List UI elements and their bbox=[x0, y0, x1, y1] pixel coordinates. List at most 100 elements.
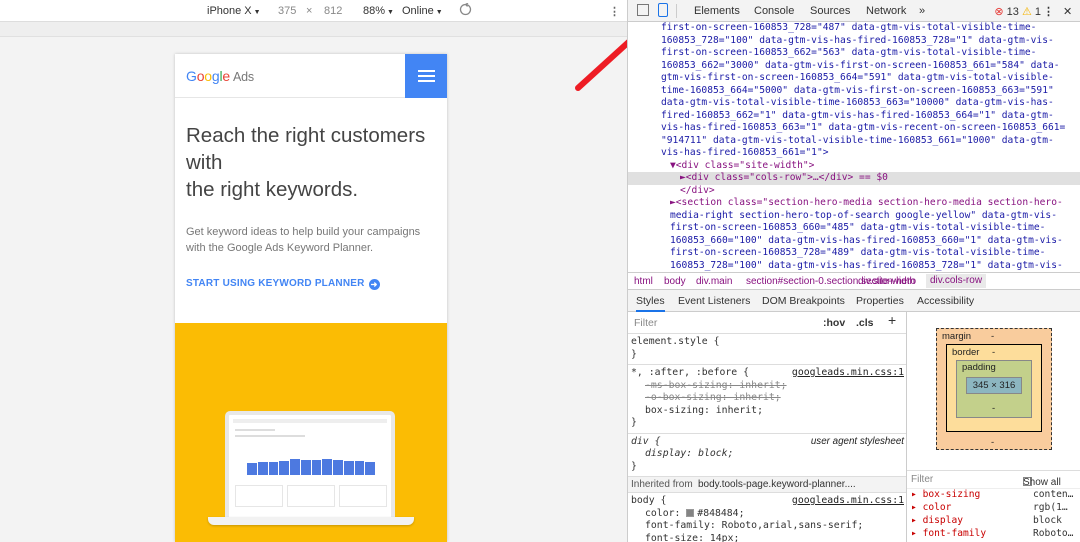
dom-node-line[interactable]: "914711" data-gtm-vis-total-visible-time… bbox=[628, 135, 1080, 148]
computed-property[interactable]: ▸ box-sizing conten… bbox=[907, 489, 1080, 502]
warning-count: 1 bbox=[1034, 6, 1041, 18]
rule-property[interactable]: font-family: Roboto,arial,sans-serif; bbox=[631, 520, 906, 533]
times-label: × bbox=[306, 5, 313, 17]
rule-property[interactable]: -o-box-sizing: inherit; bbox=[631, 392, 906, 405]
laptop-screen-bar bbox=[233, 419, 387, 423]
rule-close: } bbox=[631, 460, 637, 472]
dom-node-line[interactable]: 160853_662="3000" data-gtm-vis-first-on-… bbox=[628, 60, 1080, 73]
inherited-selector[interactable]: body.tools-page.keyword-planner.... bbox=[698, 479, 856, 492]
computed-filter-input[interactable]: Filter bbox=[911, 474, 933, 485]
box-model: margin - - border - padding - 345 × 316 bbox=[907, 312, 1080, 470]
dom-node-line[interactable]: ▼<div class="site-width"> bbox=[628, 160, 1080, 173]
dom-node-line[interactable]: time-160853_664="5000" data-gtm-vis-firs… bbox=[628, 85, 1080, 98]
box-content[interactable]: 345 × 316 bbox=[966, 377, 1022, 394]
styles-subtab[interactable]: Properties bbox=[856, 295, 904, 307]
div-ua-rule[interactable]: user agent stylesheet div { display: blo… bbox=[628, 434, 906, 477]
laptop-bar-graphic bbox=[247, 453, 375, 475]
show-all-label: Show all bbox=[1023, 477, 1061, 488]
cls-toggle[interactable]: .cls bbox=[856, 317, 874, 330]
breadcrumb-item[interactable]: div.site-width bbox=[858, 276, 915, 287]
new-rule-button[interactable]: + bbox=[888, 313, 896, 326]
inspect-element-icon[interactable] bbox=[637, 4, 649, 16]
body-rule[interactable]: googleads.min.css:1 body { color: #84848… bbox=[628, 493, 906, 542]
tab-elements[interactable]: Elements bbox=[694, 5, 740, 17]
ruler bbox=[0, 22, 627, 37]
rotate-icon[interactable] bbox=[459, 2, 472, 19]
zoom-select[interactable]: 88% ▼ bbox=[363, 5, 394, 17]
google-ads-logo[interactable]: Google Ads bbox=[186, 68, 254, 84]
breadcrumb-item[interactable]: div.main bbox=[696, 276, 733, 287]
close-devtools-icon[interactable]: ✕ bbox=[1063, 5, 1072, 18]
rule-source-link[interactable]: googleads.min.css:1 bbox=[792, 495, 904, 508]
box-padding[interactable]: padding - 345 × 316 bbox=[956, 360, 1032, 418]
rule-property: display: block; bbox=[645, 448, 734, 459]
menu-icon bbox=[418, 70, 435, 72]
hero-headline: Reach the right customers with the right… bbox=[186, 122, 441, 203]
device-viewport: iPhone X ▼ 375 × 812 88% ▼ Online ▼ ⋮ Googl… bbox=[0, 0, 627, 542]
laptop-line bbox=[235, 435, 305, 437]
box-border[interactable]: border - padding - 345 × 316 bbox=[946, 344, 1042, 432]
computed-property[interactable]: ▸ display block bbox=[907, 515, 1080, 528]
rule-property[interactable]: font-size: 14px; bbox=[631, 533, 906, 542]
dom-node-line[interactable]: 160853_728="100" data-gtm-vis-has-fired-… bbox=[628, 35, 1080, 48]
computed-property[interactable]: ▸ color rgb(1… bbox=[907, 502, 1080, 515]
dom-node-line[interactable]: </div> bbox=[628, 185, 1080, 198]
styles-subtab[interactable]: DOM Breakpoints bbox=[762, 295, 845, 307]
computed-property-name: ▸ display bbox=[911, 515, 963, 526]
breadcrumb-item[interactable]: body bbox=[664, 276, 686, 287]
rule-property[interactable]: -ms-box-sizing: inherit; bbox=[631, 380, 906, 393]
device-select[interactable]: iPhone X ▼ bbox=[207, 5, 261, 17]
margin-value: - bbox=[991, 331, 995, 342]
dom-node-line[interactable]: first-on-screen-160853_728="489" data-gt… bbox=[628, 247, 1080, 260]
breadcrumb-item[interactable]: div.cols-row bbox=[926, 274, 987, 288]
dom-node-line[interactable]: first-on-screen-160853_662="563" data-gt… bbox=[628, 47, 1080, 60]
rule-property[interactable]: color: #848484; bbox=[631, 508, 906, 521]
menu-icon-bar bbox=[418, 75, 435, 77]
dom-node-line[interactable]: ►<section class="section-hero-media sect… bbox=[628, 197, 1080, 210]
rule-source-link[interactable]: googleads.min.css:1 bbox=[792, 367, 904, 380]
styles-subtab[interactable]: Event Listeners bbox=[678, 295, 750, 307]
hov-toggle[interactable]: :hov bbox=[823, 317, 845, 330]
dom-node-line[interactable]: media-right section-hero-top-of-search g… bbox=[628, 210, 1080, 223]
device-height-input[interactable]: 812 bbox=[324, 5, 342, 17]
network-select[interactable]: Online ▼ bbox=[402, 5, 443, 17]
dom-node-line[interactable]: vis-has-fired-160853_661="1"> bbox=[628, 147, 1080, 160]
dom-node-line[interactable]: 160853_660="100" data-gtm-vis-has-fired-… bbox=[628, 235, 1080, 248]
universal-rule[interactable]: googleads.min.css:1 *, :after, :before {… bbox=[628, 365, 906, 434]
devtools-menu-icon[interactable]: ⋮ bbox=[1043, 5, 1054, 18]
dom-node-line[interactable]: vis-has-fired-160853_663="1" data-gtm-vi… bbox=[628, 122, 1080, 135]
dom-node-line[interactable]: data-gtm-vis-total-visible-time-160853_6… bbox=[628, 97, 1080, 110]
dom-node-line[interactable]: first-on-screen-160853_660="485" data-gt… bbox=[628, 222, 1080, 235]
color-swatch[interactable] bbox=[686, 508, 695, 517]
error-warning-counter[interactable]: ⊗ 13 ⚠ 1 bbox=[994, 5, 1041, 18]
inherited-label: Inherited from bbox=[631, 479, 693, 490]
dom-tree[interactable]: first-on-screen-160853_728="487" data-gt… bbox=[628, 22, 1080, 272]
start-keyword-planner-link[interactable]: START USING KEYWORD PLANNER ➜ bbox=[186, 278, 380, 290]
rule-selector: element.style { bbox=[631, 336, 720, 347]
computed-list: ▸ box-sizing conten… ▸ color rgb(1… ▸ displa… bbox=[907, 489, 1080, 541]
tab-console[interactable]: Console bbox=[754, 5, 794, 17]
hamburger-menu-button[interactable] bbox=[405, 54, 447, 98]
styles-subtab[interactable]: Accessibility bbox=[917, 295, 974, 307]
styles-subtab[interactable]: Styles bbox=[636, 295, 665, 312]
error-count: 13 bbox=[1006, 6, 1019, 18]
device-toolbar-toggle-icon[interactable] bbox=[658, 3, 668, 17]
device-width-input[interactable]: 375 bbox=[278, 5, 296, 17]
styles-filter-input[interactable]: Filter bbox=[634, 317, 657, 330]
dom-node-line[interactable]: 160853_728="100" data-gtm-vis-has-fired-… bbox=[628, 260, 1080, 273]
tabs-overflow-icon[interactable]: » bbox=[919, 5, 925, 17]
breadcrumb-item[interactable]: html bbox=[634, 276, 653, 287]
box-margin[interactable]: margin - - border - padding - 345 × 316 bbox=[936, 328, 1052, 450]
dom-node-line[interactable]: fired-160853_662="1" data-gtm-vis-has-fi… bbox=[628, 110, 1080, 123]
rule-property[interactable]: box-sizing: inherit; bbox=[631, 405, 906, 418]
element-style-rule[interactable]: element.style { } bbox=[628, 334, 906, 365]
computed-pane: Filter Show all ▸ box-sizing conten… ▸ col… bbox=[907, 470, 1080, 542]
border-label: border bbox=[952, 347, 980, 358]
dom-node-line[interactable]: ►<div class="cols-row">…</div> == $0 bbox=[628, 172, 1080, 185]
devtools-tabbar: Elements Console Sources Network » ⊗ 13 … bbox=[628, 0, 1080, 22]
tab-network[interactable]: Network bbox=[866, 5, 906, 17]
dom-node-line[interactable]: gtm-vis-first-on-screen-160853_664="591"… bbox=[628, 72, 1080, 85]
tab-sources[interactable]: Sources bbox=[810, 5, 850, 17]
dom-node-line[interactable]: first-on-screen-160853_728="487" data-gt… bbox=[628, 22, 1080, 35]
computed-property[interactable]: ▸ font-family Roboto… bbox=[907, 528, 1080, 541]
